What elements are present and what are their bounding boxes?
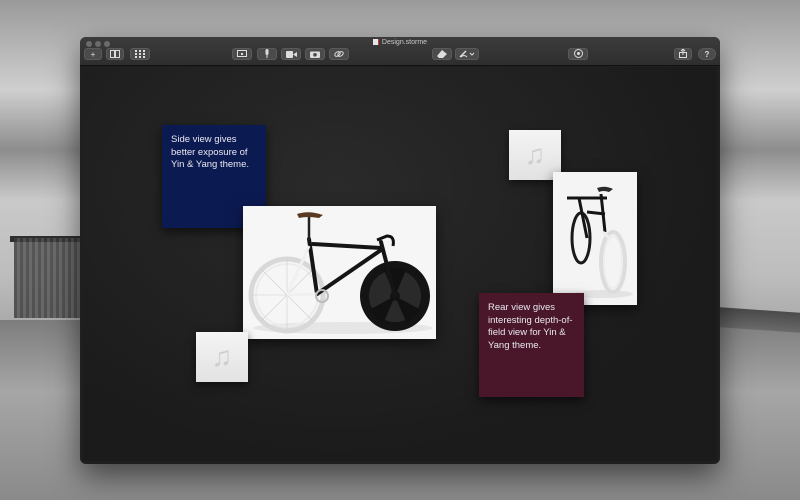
screen-capture-button[interactable] (232, 48, 252, 60)
grid-view-button[interactable] (130, 48, 150, 60)
take-photo-button[interactable] (305, 48, 325, 60)
note-side-view-text: Side view gives better exposure of Yin &… (171, 134, 249, 170)
bike-side-view-photo[interactable] (243, 206, 436, 339)
grid-icon (135, 50, 145, 58)
bike-side-illustration (243, 206, 436, 339)
palette-icon (573, 49, 583, 58)
eraser-button[interactable] (432, 48, 452, 60)
screen-icon (237, 50, 247, 57)
title-bar: Design.storme + ? (80, 37, 720, 66)
record-video-button[interactable] (281, 48, 301, 60)
share-button[interactable] (674, 48, 692, 60)
note-card-rear-view[interactable]: Rear view gives interesting depth-of-fie… (479, 293, 584, 397)
music-note-icon: ♫ (211, 341, 233, 372)
storyboard-canvas[interactable]: Side view gives better exposure of Yin &… (83, 67, 717, 461)
document-icon (372, 39, 379, 45)
pen-tool-button[interactable] (455, 48, 479, 60)
library-button[interactable] (106, 48, 124, 60)
add-button[interactable]: + (84, 48, 102, 60)
add-link-button[interactable] (329, 48, 349, 60)
camera-icon (310, 51, 320, 58)
app-window: Design.storme + ? Side view gives better… (80, 37, 720, 464)
bike-rear-illustration (553, 172, 637, 305)
add-icon: + (90, 50, 96, 59)
pen-icon (459, 50, 475, 58)
audio-card-1[interactable]: ♫ (196, 332, 248, 382)
link-icon (334, 51, 344, 57)
note-rear-view-text: Rear view gives interesting depth-of-fie… (488, 302, 573, 351)
color-palette-button[interactable] (568, 48, 588, 60)
record-audio-button[interactable] (257, 48, 277, 60)
eraser-icon (437, 50, 447, 58)
book-icon (110, 50, 120, 58)
help-button[interactable]: ? (698, 48, 716, 60)
window-title: Design.storme (80, 38, 720, 48)
bike-rear-view-photo[interactable] (553, 172, 637, 305)
video-icon (285, 51, 297, 58)
help-icon: ? (704, 50, 710, 59)
share-icon (679, 49, 687, 58)
music-note-icon: ♫ (524, 139, 546, 170)
desktop-pier (14, 238, 84, 318)
microphone-icon (265, 49, 269, 58)
